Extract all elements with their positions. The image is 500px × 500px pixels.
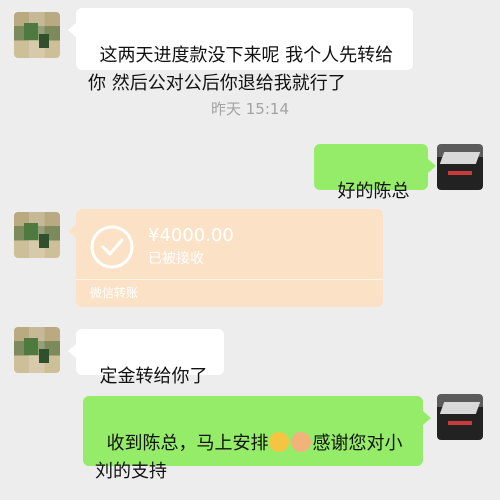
transfer-footer: 微信转账 xyxy=(90,286,139,300)
incoming-message-text: 这两天进度款没下来呢 我个人先转给你 然后公对公后你退给我就行了 xyxy=(88,45,394,94)
transfer-status: 已被接收 xyxy=(148,251,204,267)
message-timestamp: 昨天 15:14 xyxy=(211,100,289,118)
outgoing-message[interactable]: 收到陈总，马上安排 感谢您对小刘的支持 xyxy=(83,396,431,482)
outgoing-message[interactable]: 好的陈总 xyxy=(314,144,436,227)
user-avatar[interactable] xyxy=(437,144,483,190)
incoming-message[interactable]: 定金转给你了 xyxy=(68,329,224,387)
outgoing-message-text: 好的陈总 xyxy=(337,181,410,202)
incoming-message[interactable]: 这两天进度款没下来呢 我个人先转给你 然后公对公后你退给我就行了 xyxy=(68,8,413,94)
incoming-message-text: 定金转给你了 xyxy=(99,366,208,387)
user-avatar[interactable] xyxy=(437,394,483,440)
smile-emoji-icon xyxy=(269,432,290,452)
outgoing-message-text: 收到陈总，马上安排 xyxy=(106,433,269,454)
transfer-amount: ¥4000.00 xyxy=(148,225,234,246)
handshake-emoji-icon xyxy=(291,432,312,452)
transfer-divider xyxy=(76,279,383,280)
wechat-transfer-card[interactable]: ¥4000.00 已被接收 微信转账 xyxy=(68,209,383,307)
check-circle-icon xyxy=(90,225,134,269)
contact-avatar[interactable] xyxy=(14,212,60,258)
contact-avatar[interactable] xyxy=(14,327,60,373)
contact-avatar[interactable] xyxy=(14,12,60,58)
